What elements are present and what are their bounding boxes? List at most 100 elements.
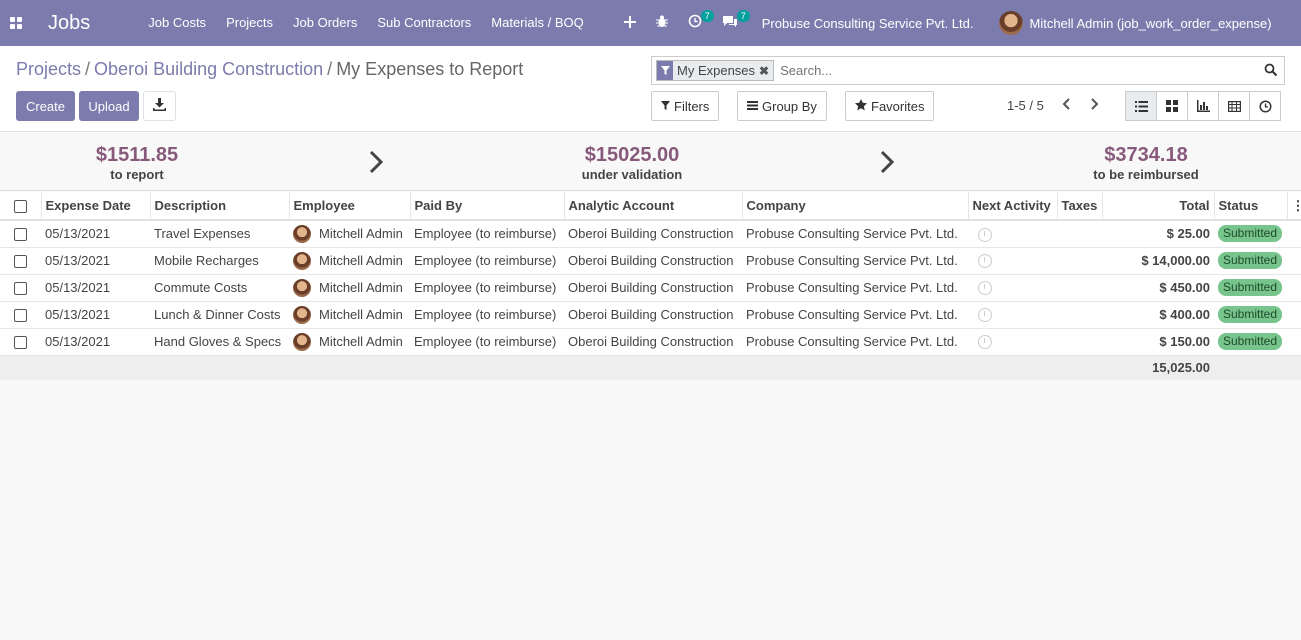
stage-amount: $3734.18 bbox=[1104, 144, 1188, 166]
cell-next-activity[interactable] bbox=[968, 301, 1057, 329]
cell-analytic-account: Oberoi Building Construction bbox=[564, 220, 742, 248]
breadcrumb: Projects / Oberoi Building Construction / My… bbox=[16, 59, 524, 79]
row-checkbox[interactable] bbox=[0, 247, 41, 275]
group-by-button[interactable]: Group By bbox=[737, 91, 827, 121]
employee-name: Mitchell Admin bbox=[319, 253, 403, 268]
col-paid-by[interactable]: Paid By bbox=[410, 192, 565, 221]
systray: 7 7 bbox=[608, 0, 750, 46]
cell-next-activity[interactable] bbox=[968, 247, 1057, 275]
col-analytic-account[interactable]: Analytic Account bbox=[564, 192, 743, 221]
employee-avatar bbox=[293, 305, 311, 324]
cell-description: Commute Costs bbox=[150, 274, 289, 302]
download-button[interactable] bbox=[143, 91, 176, 121]
menu-item-job-costs[interactable]: Job Costs bbox=[138, 0, 216, 46]
cell-spacer bbox=[1287, 328, 1301, 356]
table-row[interactable]: 05/13/2021 Lunch & Dinner Costs Mitchell… bbox=[0, 301, 1301, 329]
kanban-view-icon[interactable] bbox=[1156, 91, 1188, 121]
status-badge: Submitted bbox=[1218, 333, 1283, 350]
stage-label: under validation bbox=[581, 167, 683, 182]
breadcrumb-projects[interactable]: Projects bbox=[16, 59, 81, 79]
pager-value[interactable]: 1-5 / 5 bbox=[1007, 98, 1044, 113]
row-checkbox[interactable] bbox=[0, 328, 41, 356]
menu-item-job-orders[interactable]: Job Orders bbox=[283, 0, 367, 46]
stage-to-report[interactable]: $1511.85 to report bbox=[40, 144, 234, 182]
pivot-view-icon[interactable] bbox=[1218, 91, 1250, 121]
col-employee[interactable]: Employee bbox=[289, 192, 411, 221]
stage-to-be-reimbursed[interactable]: $3734.18 to be reimbursed bbox=[1046, 144, 1246, 182]
col-company[interactable]: Company bbox=[742, 192, 969, 221]
company-switcher[interactable]: Probuse Consulting Service Pvt. Ltd. bbox=[762, 16, 974, 31]
employee-avatar bbox=[293, 251, 311, 270]
activity-clock-icon[interactable] bbox=[978, 227, 992, 242]
search-input[interactable] bbox=[780, 63, 1251, 78]
app-brand[interactable]: Jobs bbox=[32, 0, 102, 46]
activity-clock-icon[interactable]: 7 bbox=[678, 0, 714, 46]
cell-analytic-account: Oberoi Building Construction bbox=[564, 274, 742, 302]
column-toggle-icon[interactable]: ⋮ bbox=[1287, 192, 1301, 221]
bug-icon[interactable] bbox=[646, 0, 678, 46]
apps-menu-icon[interactable] bbox=[0, 0, 32, 46]
list-view-icon[interactable] bbox=[1125, 91, 1157, 121]
stage-under-validation[interactable]: $15025.00 under validation bbox=[532, 144, 732, 182]
activity-clock-icon[interactable] bbox=[978, 281, 992, 296]
col-taxes[interactable]: Taxes bbox=[1057, 192, 1103, 221]
table-row[interactable]: 05/13/2021 Hand Gloves & Specs Mitchell … bbox=[0, 328, 1301, 356]
favorites-button[interactable]: Favorites bbox=[845, 91, 935, 121]
cell-company: Probuse Consulting Service Pvt. Ltd. bbox=[742, 328, 968, 356]
cell-description: Lunch & Dinner Costs bbox=[150, 301, 289, 329]
row-checkbox[interactable] bbox=[0, 301, 41, 329]
pager-previous-icon[interactable] bbox=[1062, 98, 1071, 113]
upload-button[interactable]: Upload bbox=[79, 91, 139, 121]
filters-label: Filters bbox=[674, 98, 710, 114]
facet-remove-icon[interactable]: ✖ bbox=[759, 64, 773, 78]
user-avatar bbox=[999, 11, 1024, 35]
plus-icon[interactable] bbox=[614, 0, 646, 46]
favorites-label: Favorites bbox=[871, 98, 925, 114]
cell-paid-by: Employee (to reimburse) bbox=[410, 274, 564, 302]
pager-next-icon[interactable] bbox=[1090, 98, 1099, 113]
row-checkbox[interactable] bbox=[0, 220, 41, 248]
main-menu: Job Costs Projects Job Orders Sub Contra… bbox=[138, 0, 594, 46]
col-total[interactable]: Total bbox=[1102, 192, 1215, 221]
menu-item-sub-contractors[interactable]: Sub Contractors bbox=[367, 0, 481, 46]
cell-total: $ 25.00 bbox=[1102, 220, 1214, 248]
menu-item-projects[interactable]: Projects bbox=[216, 0, 283, 46]
stage-label: to be reimbursed bbox=[1093, 167, 1199, 182]
col-next-activity[interactable]: Next Activity bbox=[968, 192, 1058, 221]
table-row[interactable]: 05/13/2021 Commute Costs Mitchell Admin … bbox=[0, 274, 1301, 302]
search-icon[interactable] bbox=[1264, 63, 1278, 80]
footer-total: 15,025.00 bbox=[1102, 355, 1214, 380]
create-button[interactable]: Create bbox=[16, 91, 75, 121]
cell-next-activity[interactable] bbox=[968, 220, 1057, 248]
menu-item-materials-boq[interactable]: Materials / BOQ bbox=[481, 0, 593, 46]
table-row[interactable]: 05/13/2021 Travel Expenses Mitchell Admi… bbox=[0, 220, 1301, 248]
messages-chat-icon[interactable]: 7 bbox=[712, 0, 750, 46]
activity-clock-icon[interactable] bbox=[978, 308, 992, 323]
cell-date: 05/13/2021 bbox=[41, 274, 150, 302]
download-icon bbox=[153, 98, 166, 114]
col-expense-date[interactable]: Expense Date bbox=[41, 192, 151, 221]
table-row[interactable]: 05/13/2021 Mobile Recharges Mitchell Adm… bbox=[0, 247, 1301, 275]
filters-button[interactable]: Filters bbox=[651, 91, 720, 121]
cell-next-activity[interactable] bbox=[968, 328, 1057, 356]
cell-status: Submitted bbox=[1214, 274, 1287, 302]
activity-clock-icon[interactable] bbox=[978, 254, 992, 269]
cell-next-activity[interactable] bbox=[968, 274, 1057, 302]
employee-name: Mitchell Admin bbox=[319, 334, 403, 349]
graph-view-icon[interactable] bbox=[1187, 91, 1219, 121]
activity-view-icon[interactable] bbox=[1249, 91, 1281, 121]
status-badge: Submitted bbox=[1218, 225, 1283, 243]
cell-status: Submitted bbox=[1214, 220, 1287, 248]
cell-taxes bbox=[1057, 301, 1102, 329]
breadcrumb-current: My Expenses to Report bbox=[336, 59, 524, 79]
breadcrumb-project[interactable]: Oberoi Building Construction bbox=[94, 59, 323, 79]
user-menu[interactable]: Mitchell Admin (job_work_order_expense) bbox=[999, 11, 1272, 35]
col-description[interactable]: Description bbox=[150, 192, 290, 221]
cell-date: 05/13/2021 bbox=[41, 301, 150, 329]
cell-employee: Mitchell Admin bbox=[289, 220, 410, 248]
activity-clock-icon[interactable] bbox=[978, 335, 992, 350]
col-status[interactable]: Status bbox=[1214, 192, 1288, 221]
row-checkbox[interactable] bbox=[0, 274, 41, 302]
cell-date: 05/13/2021 bbox=[41, 247, 150, 275]
select-all-checkbox[interactable] bbox=[0, 192, 42, 221]
